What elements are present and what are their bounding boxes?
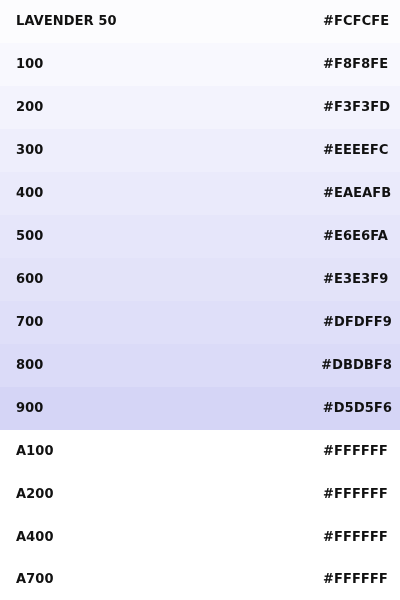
- swatch-name: 900: [16, 401, 44, 416]
- swatch-name: 200: [16, 100, 44, 115]
- swatch-700[interactable]: 700 #DFDFF9: [0, 301, 400, 344]
- swatch-lavender-50[interactable]: LAVENDER 50 #FCFCFE: [0, 0, 400, 43]
- swatch-name: 700: [16, 315, 44, 330]
- swatch-400[interactable]: 400 #EAEAFB: [0, 172, 400, 215]
- swatch-hex-code: #F8F8FE: [323, 57, 389, 72]
- swatch-name: 400: [16, 186, 44, 201]
- swatch-hex-code: #FFFFFF: [323, 444, 388, 459]
- swatch-hex-code: #E6E6FA: [323, 229, 388, 244]
- swatch-200[interactable]: 200 #F3F3FD: [0, 86, 400, 129]
- color-palette: LAVENDER 50 #FCFCFE 100 #F8F8FE 200 #F3F…: [0, 0, 400, 600]
- swatch-500[interactable]: 500 #E6E6FA: [0, 215, 400, 258]
- swatch-name: A700: [16, 572, 54, 587]
- swatch-a700[interactable]: A700 #FFFFFF: [0, 559, 400, 600]
- swatch-hex-code: #FFFFFF: [323, 487, 388, 502]
- swatch-300[interactable]: 300 #EEEEFC: [0, 129, 400, 172]
- swatch-hex-code: #D5D5F6: [322, 401, 392, 416]
- swatch-name: A200: [16, 487, 54, 502]
- swatch-a400[interactable]: A400 #FFFFFF: [0, 516, 400, 559]
- swatch-name: 800: [16, 358, 44, 373]
- swatch-hex-code: #FCFCFE: [323, 14, 390, 29]
- swatch-a200[interactable]: A200 #FFFFFF: [0, 473, 400, 516]
- swatch-hex-code: #EAEAFB: [323, 186, 392, 201]
- swatch-name: 300: [16, 143, 44, 158]
- swatch-name: 600: [16, 272, 44, 287]
- swatch-name: A100: [16, 444, 54, 459]
- swatch-name: 100: [16, 57, 44, 72]
- swatch-800[interactable]: 800 #DBDBF8: [0, 344, 400, 387]
- swatch-hex-code: #F3F3FD: [323, 100, 391, 115]
- swatch-name: A400: [16, 530, 54, 545]
- swatch-100[interactable]: 100 #F8F8FE: [0, 43, 400, 86]
- swatch-a100[interactable]: A100 #FFFFFF: [0, 430, 400, 473]
- swatch-hex-code: #EEEEFC: [323, 143, 389, 158]
- swatch-hex-code: #DBDBF8: [321, 358, 392, 373]
- swatch-name: LAVENDER 50: [16, 14, 117, 29]
- swatch-hex-code: #DFDFF9: [323, 315, 392, 330]
- swatch-600[interactable]: 600 #E3E3F9: [0, 258, 400, 301]
- swatch-hex-code: #E3E3F9: [323, 272, 389, 287]
- swatch-hex-code: #FFFFFF: [323, 530, 388, 545]
- swatch-name: 500: [16, 229, 44, 244]
- swatch-hex-code: #FFFFFF: [323, 572, 388, 587]
- swatch-900[interactable]: 900 #D5D5F6: [0, 387, 400, 430]
